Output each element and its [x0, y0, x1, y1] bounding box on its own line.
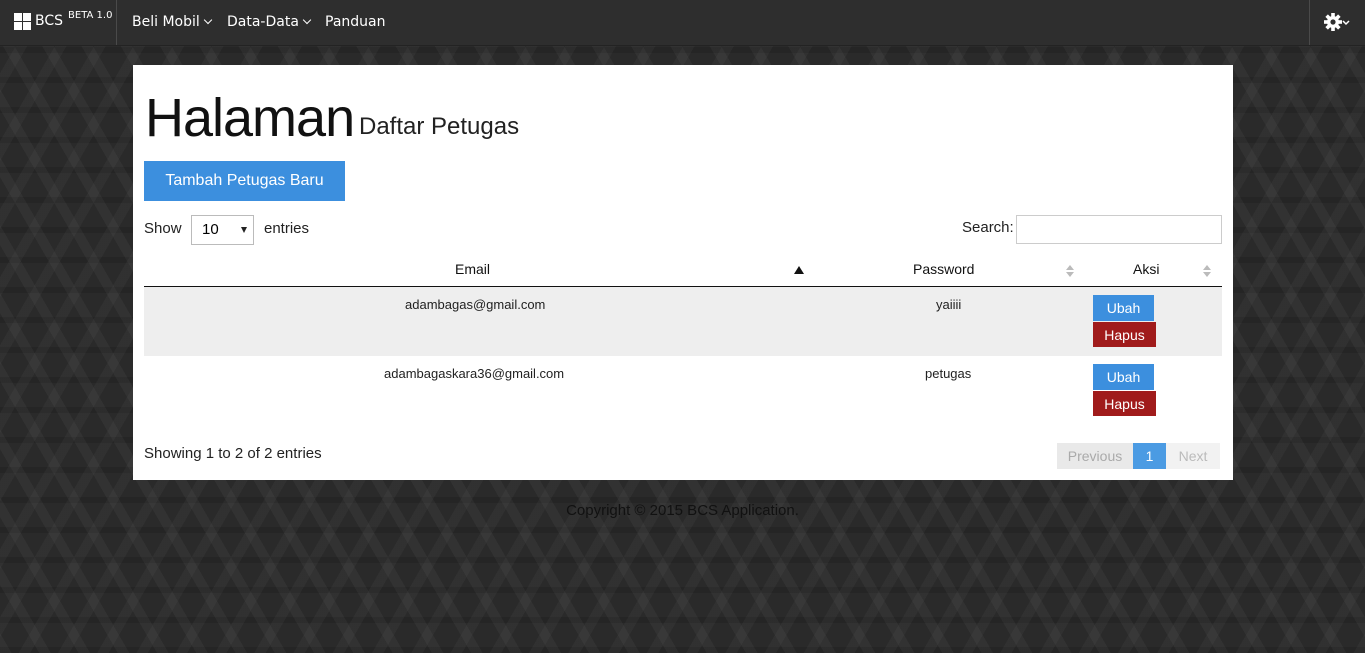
email-cell: adambagaskara36@gmail.com	[384, 366, 565, 381]
password-cell: yaiiii	[936, 297, 962, 312]
settings-menu[interactable]	[1324, 12, 1352, 36]
nav-item-panduan[interactable]: Panduan	[325, 14, 385, 30]
delete-button[interactable]: Hapus	[1093, 391, 1156, 416]
column-header-password[interactable]: Password	[913, 261, 974, 277]
delete-button[interactable]: Hapus	[1093, 322, 1156, 347]
nav-item-data-data[interactable]: Data-Data	[227, 14, 312, 30]
column-header-aksi[interactable]: Aksi	[1133, 261, 1159, 277]
pagination: Previous 1 Next	[1057, 443, 1220, 469]
brand-name: BCS	[35, 13, 64, 29]
nav-divider	[116, 0, 117, 45]
sort-ascending-icon	[794, 266, 804, 274]
dropdown-arrow-icon	[241, 227, 247, 233]
footer-copyright: Copyright © 2015 BCS Application.	[566, 502, 799, 519]
show-label: Show	[144, 220, 182, 237]
table-header: Email Password Aksi	[144, 255, 1222, 287]
content-panel: Halaman Daftar Petugas Tambah Petugas Ba…	[133, 65, 1233, 480]
column-header-email[interactable]: Email	[455, 261, 490, 277]
previous-page-button[interactable]: Previous	[1057, 443, 1133, 469]
table-info: Showing 1 to 2 of 2 entries	[144, 445, 322, 462]
search-input[interactable]	[1016, 215, 1222, 244]
table-row: adambagas@gmail.com yaiiii Ubah Hapus	[144, 287, 1222, 356]
search-label: Search:	[962, 219, 1014, 236]
table-row: adambagaskara36@gmail.com petugas Ubah H…	[144, 356, 1222, 425]
nav-item-beli-mobil[interactable]: Beli Mobil	[132, 14, 213, 30]
nav-divider	[1309, 0, 1310, 45]
add-officer-button[interactable]: Tambah Petugas Baru	[144, 161, 345, 201]
nav-item-label: Data-Data	[227, 14, 299, 30]
edit-button[interactable]: Ubah	[1093, 295, 1154, 321]
nav-item-label: Beli Mobil	[132, 14, 200, 30]
page-subtitle: Daftar Petugas	[359, 113, 520, 140]
edit-button[interactable]: Ubah	[1093, 364, 1154, 390]
email-cell: adambagas@gmail.com	[405, 297, 546, 312]
chevron-down-icon	[203, 15, 213, 25]
page-length-select[interactable]: 10	[191, 215, 254, 245]
nav-item-label: Panduan	[325, 14, 386, 30]
page-length-value: 10	[202, 221, 219, 238]
entries-label: entries	[264, 220, 310, 237]
password-cell: petugas	[925, 366, 972, 381]
gear-icon	[1324, 13, 1350, 31]
brand[interactable]: BCS BETA 1.0	[14, 10, 113, 30]
top-navbar: BCS BETA 1.0 Beli Mobil Data-Data Pandua…	[0, 0, 1365, 46]
brand-version: BETA 1.0	[68, 10, 113, 21]
sort-icon	[1066, 265, 1074, 277]
windows-logo-icon	[14, 13, 31, 30]
next-page-button[interactable]: Next	[1166, 443, 1220, 469]
chevron-down-icon	[302, 15, 312, 25]
page-1-button[interactable]: 1	[1133, 443, 1166, 469]
page-title: Halaman	[145, 88, 355, 148]
sort-icon	[1203, 265, 1211, 277]
